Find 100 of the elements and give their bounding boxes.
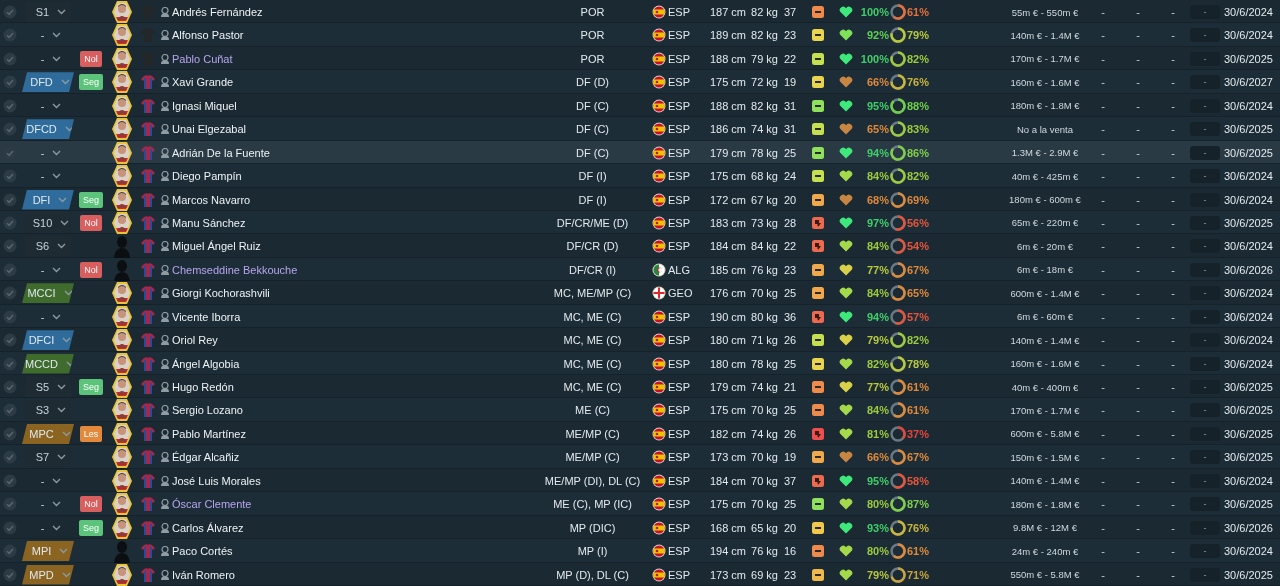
role-dropdown[interactable]: S10: [25, 212, 71, 233]
table-row[interactable]: - Seg Carlos Álvarez MP (DIC) ESP 168 cm 65 kg 20 93% 76% 9.8M € - 12M € - - - - 30/6/2026: [0, 515, 1280, 540]
player-name[interactable]: Ángel Algobia: [172, 357, 240, 370]
role-dropdown[interactable]: S1: [25, 2, 71, 22]
role-dropdown[interactable]: MCCD: [22, 353, 74, 374]
player-name[interactable]: Ignasi Miquel: [172, 99, 237, 112]
role-dropdown[interactable]: S6: [25, 236, 71, 257]
status-field[interactable]: -: [1190, 75, 1220, 90]
role-dropdown[interactable]: -: [22, 48, 74, 69]
status-field[interactable]: -: [1190, 286, 1220, 301]
player-name[interactable]: Andrés Fernández: [172, 6, 263, 18]
role-dropdown[interactable]: -: [22, 259, 74, 280]
table-row[interactable]: MPC Les Pablo Martínez ME/MP (C) ESP 182 cm 74 kg 26 81% 37% 600m € - 5.8M € - - - - 30/6/2025: [0, 421, 1280, 446]
player-name[interactable]: Óscar Clemente: [172, 498, 252, 511]
table-row[interactable]: DFI Seg Marcos Navarro DF (I) ESP 172 cm 67 kg 20 68% 69% 180m € - 600m € - - - - 30/6/2024: [0, 187, 1280, 211]
status-field[interactable]: -: [1190, 497, 1220, 512]
role-dropdown[interactable]: DFD: [22, 72, 74, 93]
status-field[interactable]: -: [1190, 426, 1220, 441]
status-field[interactable]: -: [1190, 309, 1220, 324]
role-dropdown[interactable]: MPC: [22, 423, 74, 444]
player-name[interactable]: Marcos Navarro: [172, 193, 251, 206]
status-field[interactable]: -: [1190, 333, 1220, 348]
status-field[interactable]: -: [1190, 403, 1220, 418]
status-field[interactable]: -: [1190, 380, 1220, 394]
status-field[interactable]: -: [1190, 473, 1220, 488]
table-row[interactable]: MPD Iván Romero MP (D), DL (C) ESP 173 cm 69 kg 23 79% 71% 550m € - 5.8M € - - - - 30/6/2025: [0, 562, 1280, 586]
role-dropdown[interactable]: S3: [25, 400, 71, 421]
status-field[interactable]: -: [1190, 520, 1220, 535]
table-row[interactable]: DFCD Unai Elgezabal DF (C) ESP 186 cm 74 kg 31 65% 83% No a la venta - - - - 30/6/2025: [0, 117, 1280, 141]
role-dropdown[interactable]: -: [22, 470, 74, 491]
role-dropdown[interactable]: -: [22, 95, 74, 116]
player-name[interactable]: Carlos Álvarez: [172, 521, 244, 534]
table-row[interactable]: MPI Paco Cortés MP (I) ESP 194 cm 76 kg 16 80% 61% 24m € - 240m € - - - - 30/6/2024: [0, 539, 1280, 563]
table-row[interactable]: - Nol Óscar Clemente ME (C), MP (IC) ESP 175 cm 70 kg 25 80% 87% 180m € - 1.8M € - - - - 30/6/2025: [0, 492, 1280, 516]
role-dropdown[interactable]: S7: [25, 447, 71, 468]
player-name[interactable]: Miguel Ángel Ruiz: [172, 240, 261, 253]
role-dropdown[interactable]: DFCD: [22, 119, 74, 140]
table-row[interactable]: S1 Andrés Fernández POR ESP 187 cm 82 kg 37 100% 61% 55m € - 550m € - - - - 30/6/2024: [0, 0, 1280, 24]
role-dropdown[interactable]: -: [22, 166, 74, 187]
status-field[interactable]: -: [1190, 450, 1220, 465]
status-field[interactable]: -: [1190, 145, 1220, 160]
role-dropdown[interactable]: DFI: [22, 189, 74, 210]
table-row[interactable]: - Adrián De la Fuente DF (C) ESP 179 cm 78 kg 25 94% 86% 1.3M € - 2.9M € - - - - 30/6/2025: [0, 140, 1280, 165]
player-name[interactable]: Vicente Iborra: [172, 310, 241, 323]
status-field[interactable]: -: [1190, 544, 1220, 559]
status-field[interactable]: -: [1190, 192, 1220, 207]
status-field[interactable]: -: [1190, 122, 1220, 137]
status-field[interactable]: -: [1190, 98, 1220, 113]
table-row[interactable]: S7 Édgar Alcañiz ME/MP (C) ESP 173 cm 70 kg 19 66% 67% 150m € - 1.5M € - - - - 30/6/2025: [0, 445, 1280, 469]
player-name[interactable]: Diego Pampín: [172, 170, 242, 183]
role-dropdown[interactable]: -: [22, 142, 74, 163]
table-row[interactable]: DFD Seg Xavi Grande DF (D) ESP 175 cm 72 kg 19 66% 76% 160m € - 1.6M € - - - - 30/6/2027: [0, 70, 1280, 94]
role-dropdown[interactable]: -: [22, 517, 74, 538]
player-name[interactable]: Giorgi Kochorashvili: [172, 287, 270, 300]
player-name[interactable]: Xavi Grande: [172, 76, 234, 89]
status-field[interactable]: -: [1190, 169, 1220, 184]
table-row[interactable]: - Diego Pampín DF (I) ESP 175 cm 68 kg 24 84% 82% 40m € - 425m € - - - - 30/6/2024: [0, 164, 1280, 188]
role-dropdown[interactable]: MCCI: [22, 283, 74, 304]
table-row[interactable]: S3 Sergio Lozano ME (C) ESP 175 cm 70 kg 25 84% 61% 170m € - 1.7M € - - - - 30/6/2025: [0, 398, 1280, 422]
table-row[interactable]: DFCI Oriol Rey MC, ME (C) ESP 180 cm 71 kg 26 79% 82% 140m € - 1.4M € - - - - 30/6/2024: [0, 328, 1280, 352]
player-name[interactable]: Chemseddine Bekkouche: [172, 263, 298, 276]
table-row[interactable]: - Ignasi Miquel DF (C) ESP 188 cm 82 kg 31 95% 88% 180m € - 1.8M € - - - - 30/6/2024: [0, 93, 1280, 118]
player-name[interactable]: Alfonso Pastor: [172, 29, 244, 42]
table-row[interactable]: MCCD Ángel Algobia MC, ME (C) ESP 180 cm 78 kg 25 82% 78% 160m € - 1.6M € - - - - 30/6/2024: [0, 351, 1280, 375]
role-dropdown[interactable]: MPI: [22, 541, 74, 562]
player-name[interactable]: Unai Elgezabal: [172, 123, 246, 136]
table-row[interactable]: S10 Nol Manu Sánchez DF/CR/ME (D) ESP 183 cm 73 kg 28 97% 56% 65m € - 220m € - - - - 30/6/2025: [0, 210, 1280, 235]
table-row[interactable]: - Nol Pablo Cuñat POR ESP 188 cm 79 kg 22 100% 82% 170m € - 1.7M € - - - - 30/6/2025: [0, 46, 1280, 71]
role-dropdown[interactable]: -: [22, 494, 74, 515]
status-field[interactable]: -: [1190, 28, 1220, 43]
table-row[interactable]: - Alfonso Pastor POR ESP 189 cm 82 kg 23 92% 79% 140m € - 1.4M € - - - - 30/6/2024: [0, 23, 1280, 47]
player-name[interactable]: Manu Sánchez: [172, 216, 246, 229]
player-name[interactable]: José Luis Morales: [172, 474, 261, 487]
status-field[interactable]: -: [1190, 51, 1220, 66]
role-dropdown[interactable]: DFCI: [22, 330, 74, 351]
status-field[interactable]: -: [1190, 356, 1220, 371]
table-row[interactable]: MCCI Giorgi Kochorashvili MC, ME/MP (C) GEO 176 cm 70 kg 25 84% 65% 600m € - 1.4M € - - - - 30/6/2024: [0, 281, 1280, 305]
role-dropdown[interactable]: MPD: [22, 564, 74, 585]
player-name[interactable]: Édgar Alcañiz: [172, 451, 240, 464]
table-row[interactable]: S6 Miguel Ángel Ruiz DF/CR (D) ESP 184 cm 84 kg 22 84% 54% 6m € - 20m € - - - - 30/6/2024: [0, 234, 1280, 258]
player-name[interactable]: Iván Romero: [172, 568, 235, 581]
player-name[interactable]: Oriol Rey: [172, 334, 218, 347]
status-field[interactable]: -: [1190, 262, 1220, 277]
role-dropdown[interactable]: -: [22, 25, 74, 46]
player-name[interactable]: Sergio Lozano: [172, 404, 243, 417]
player-name[interactable]: Hugo Redón: [172, 381, 234, 393]
role-dropdown[interactable]: -: [22, 306, 74, 327]
table-row[interactable]: - Vicente Iborra MC, ME (C) ESP 190 cm 80 kg 36 94% 57% 6m € - 60m € - - - - 30/6/2024: [0, 304, 1280, 329]
player-name[interactable]: Adrián De la Fuente: [172, 146, 270, 159]
table-row[interactable]: S5 Seg Hugo Redón MC, ME (C) ESP 179 cm 74 kg 21 77% 61% 40m € - 400m € - - - - 30/6/2025: [0, 375, 1280, 399]
role-dropdown[interactable]: S5: [25, 377, 71, 397]
status-field[interactable]: -: [1190, 567, 1220, 582]
status-field[interactable]: -: [1190, 239, 1220, 254]
player-name[interactable]: Pablo Martínez: [172, 427, 246, 440]
status-field[interactable]: -: [1190, 215, 1220, 230]
table-row[interactable]: - José Luis Morales ME/MP (DI), DL (C) ESP 184 cm 70 kg 37 95% 58% 140m € - 1.4M € - - - - 30/6/2024: [0, 468, 1280, 493]
player-name[interactable]: Paco Cortés: [172, 545, 233, 558]
table-row[interactable]: - Nol Chemseddine Bekkouche DF/CR (I) ALG 185 cm 76 kg 23 77% 67% 6m € - 18m € - - - - 30/6/2026: [0, 257, 1280, 282]
player-name[interactable]: Pablo Cuñat: [172, 52, 233, 65]
status-field[interactable]: -: [1190, 5, 1220, 19]
